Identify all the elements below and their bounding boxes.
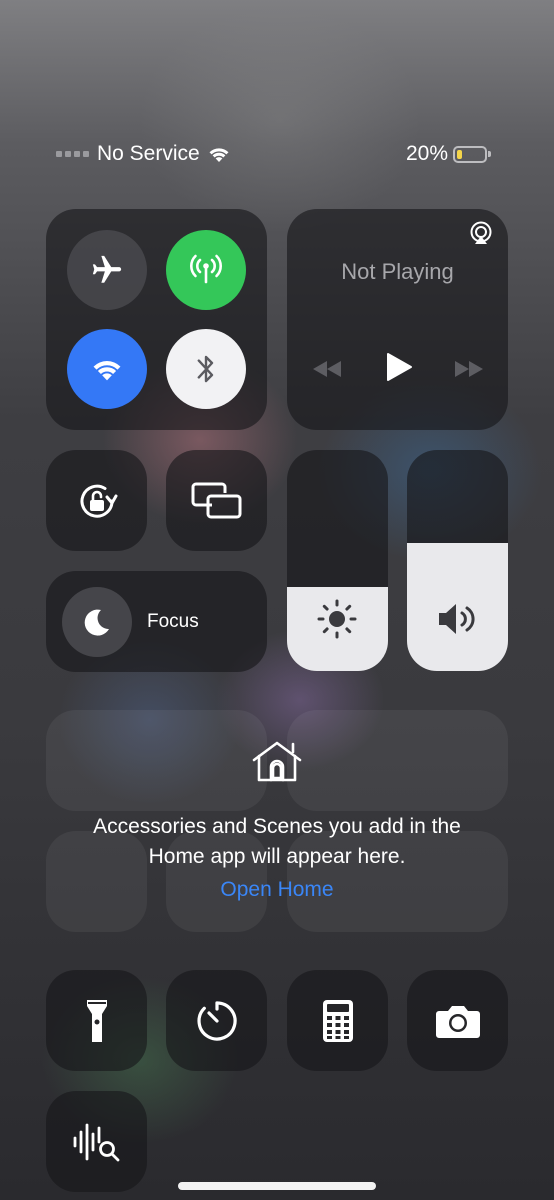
screen-mirroring-button[interactable] (166, 450, 267, 551)
bluetooth-icon (193, 351, 219, 387)
screen-mirroring-icon (166, 450, 267, 551)
open-home-link[interactable]: Open Home (0, 878, 554, 902)
bluetooth-toggle[interactable] (166, 329, 246, 409)
airplay-icon[interactable] (468, 221, 494, 247)
home-icon (251, 740, 303, 784)
camera-icon (407, 970, 508, 1071)
flashlight-icon (46, 970, 147, 1071)
home-placeholder-tile (46, 710, 267, 811)
battery-percent: 20% (406, 142, 449, 165)
focus-button[interactable]: Focus (46, 571, 267, 672)
sound-recognition-button[interactable] (46, 1091, 147, 1192)
timer-icon (166, 970, 267, 1071)
brightness-slider[interactable] (287, 450, 388, 671)
flashlight-button[interactable] (46, 970, 147, 1071)
airplane-icon (90, 253, 124, 287)
airplane-mode-toggle[interactable] (67, 230, 147, 310)
antenna-icon (186, 250, 226, 290)
rotation-lock-button[interactable] (46, 450, 147, 551)
now-playing-title: Not Playing (341, 259, 454, 284)
camera-button[interactable] (407, 970, 508, 1071)
signal-dots-icon (56, 151, 89, 157)
status-bar-left: No Service (56, 140, 231, 168)
focus-label: Focus (147, 611, 199, 632)
home-empty-message: Accessories and Scenes you add in the Ho… (93, 815, 461, 868)
cellular-data-toggle[interactable] (166, 230, 246, 310)
carrier-label: No Service (97, 142, 200, 165)
moon-icon (81, 606, 113, 638)
calculator-button[interactable] (287, 970, 388, 1071)
now-playing-panel: Not Playing (287, 209, 508, 430)
rewind-icon[interactable] (311, 360, 343, 378)
sun-icon (315, 597, 359, 641)
speaker-icon (435, 599, 479, 639)
play-icon[interactable] (385, 352, 413, 382)
volume-slider[interactable] (407, 450, 508, 671)
home-placeholder-tile (287, 710, 508, 811)
home-indicator[interactable] (178, 1182, 376, 1190)
wifi-icon (90, 356, 124, 382)
timer-button[interactable] (166, 970, 267, 1071)
rotation-lock-icon (46, 450, 147, 551)
connectivity-panel (46, 209, 267, 430)
fast-forward-icon[interactable] (453, 360, 485, 378)
wifi-status-icon (207, 145, 231, 163)
sound-recognition-icon (46, 1091, 147, 1192)
focus-icon-circle (62, 587, 132, 657)
wifi-toggle[interactable] (67, 329, 147, 409)
calculator-icon (287, 970, 388, 1071)
battery-icon (453, 145, 492, 163)
status-bar-right: 20% (406, 140, 492, 168)
